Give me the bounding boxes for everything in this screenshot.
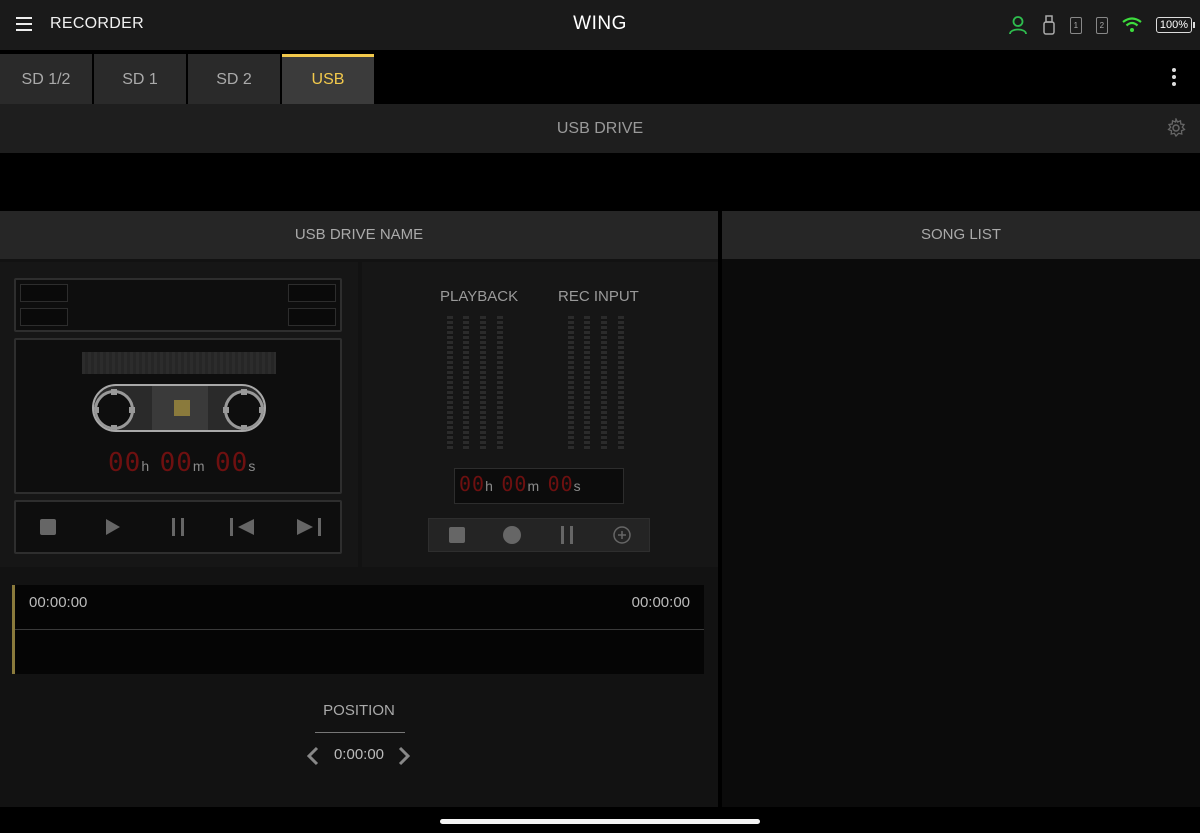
info-slot: [20, 284, 68, 302]
playback-meter: [463, 316, 469, 450]
top-bar: RECORDER WING 1 2 100%: [0, 0, 1200, 50]
info-slot: [288, 308, 336, 326]
more-options-icon[interactable]: [1164, 68, 1184, 90]
playback-meter: [497, 316, 503, 450]
section-title: USB DRIVE: [556, 120, 644, 137]
rec-input-meter: [601, 316, 607, 450]
chevron-right-icon: [398, 746, 410, 766]
rec-input-meter: [618, 316, 624, 450]
tab-usb[interactable]: USB: [282, 54, 374, 104]
timeline-end-time: 00:00:00: [631, 594, 690, 611]
cassette-display: 00h 00m 00s: [14, 338, 342, 494]
usb-drive-icon: [1043, 15, 1055, 35]
rec-input-label: REC INPUT: [558, 288, 639, 305]
tape-window: [174, 400, 190, 416]
battery-indicator: 100%: [1155, 17, 1196, 33]
stop-icon: [40, 519, 57, 535]
reel-icon: [223, 389, 264, 430]
rec-input-meter: [568, 316, 574, 450]
section-header: USB DRIVE: [0, 104, 1200, 153]
add-marker-button[interactable]: [608, 521, 636, 549]
meter-panel: PLAYBACK REC INPUT 00h 00m 00s: [362, 262, 718, 567]
playback-meter: [480, 316, 486, 450]
skip-forward-icon: [296, 518, 321, 536]
status-area: 1 2 100%: [994, 12, 1196, 38]
stop-icon: [448, 527, 465, 543]
tab-sd-1[interactable]: SD 1: [94, 54, 186, 104]
timeline-start-time: 00:00:00: [29, 594, 88, 611]
source-tabs: SD 1/2 SD 1 SD 2 USB: [0, 54, 376, 104]
position-underline: [315, 732, 405, 733]
reel-icon: [94, 389, 135, 430]
chevron-left-icon: [307, 746, 319, 766]
sd-card-1-icon: 1: [1069, 16, 1082, 34]
position-timeline[interactable]: 00:00:00 00:00:00: [12, 585, 704, 674]
stop-button[interactable]: [34, 513, 62, 541]
pause-icon: [171, 518, 184, 536]
playback-label: PLAYBACK: [440, 288, 519, 305]
playback-time-display: 00h 00m 00s: [108, 448, 256, 478]
cassette-panel: 00h 00m 00s: [0, 262, 358, 567]
record-stop-button[interactable]: [443, 521, 471, 549]
record-button[interactable]: [498, 521, 526, 549]
add-circle-icon: [612, 526, 631, 544]
gear-icon[interactable]: [1166, 118, 1186, 138]
usb-drive-name-header: USB DRIVE NAME: [0, 211, 718, 259]
tab-sd-2[interactable]: SD 2: [188, 54, 280, 104]
playback-meter: [447, 316, 453, 450]
sd-card-2-icon: 2: [1095, 16, 1108, 34]
record-pause-button[interactable]: [553, 521, 581, 549]
song-list[interactable]: [722, 259, 1200, 807]
playback-transport: [14, 500, 342, 554]
wifi-icon: [1122, 17, 1142, 32]
app-title: RECORDER: [50, 15, 144, 32]
song-list-header: SONG LIST: [722, 211, 1200, 259]
pause-button[interactable]: [164, 513, 192, 541]
user-icon[interactable]: [1008, 15, 1028, 35]
play-button[interactable]: [99, 513, 127, 541]
cassette-tape-icon: [92, 384, 266, 432]
record-transport: [428, 518, 650, 552]
menu-icon[interactable]: [16, 17, 32, 31]
skip-back-icon: [229, 518, 254, 536]
pause-icon: [560, 526, 573, 544]
position-value: 0:00:00: [333, 746, 385, 763]
info-slot: [288, 284, 336, 302]
position-label: POSITION: [323, 702, 395, 719]
play-icon: [106, 519, 121, 535]
cassette-label: [82, 352, 276, 374]
home-indicator[interactable]: [440, 819, 760, 824]
timeline-divider: [15, 629, 704, 630]
tab-sd-1-2[interactable]: SD 1/2: [0, 54, 92, 104]
record-time-display: 00h 00m 00s: [454, 468, 624, 504]
tape-info-box: [14, 278, 342, 332]
record-icon: [502, 526, 521, 544]
info-slot: [20, 308, 68, 326]
position-increment-button[interactable]: [395, 745, 413, 767]
next-button[interactable]: [294, 513, 322, 541]
rec-input-meter: [584, 316, 590, 450]
previous-button[interactable]: [229, 513, 257, 541]
position-decrement-button[interactable]: [304, 745, 322, 767]
